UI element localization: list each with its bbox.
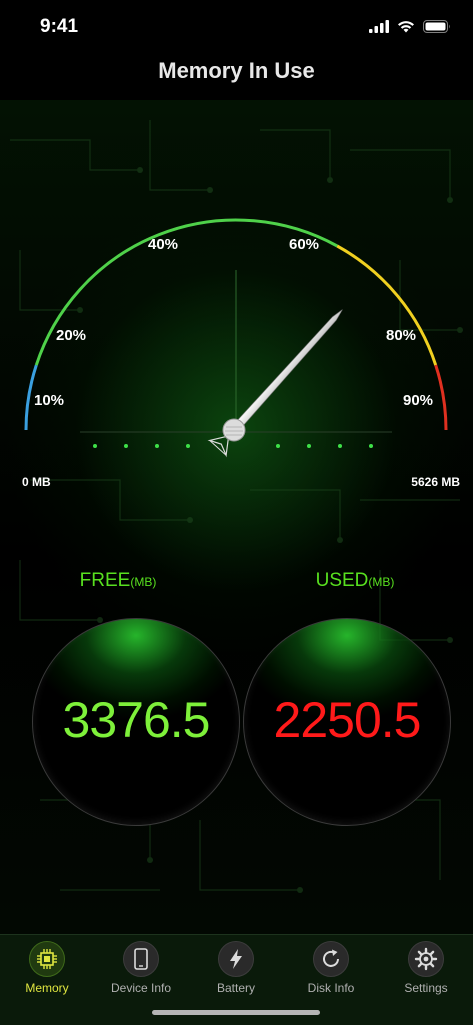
used-memory-value: 2250.5	[273, 692, 422, 748]
gauge-max-label: 5626 MB	[411, 475, 460, 489]
memory-gauge: 10% 20% 40% 60% 80% 90% 0 MB 5626 MB	[22, 218, 460, 489]
tab-battery-label: Battery	[216, 981, 255, 995]
tab-settings[interactable]: Settings	[379, 941, 473, 995]
tab-memory[interactable]: Memory	[0, 941, 94, 995]
refresh-disk-icon	[313, 941, 349, 977]
status-bar: 9:41	[0, 0, 473, 56]
gauge-label-80: 80%	[386, 327, 416, 344]
gauge-label-10: 10%	[34, 392, 64, 409]
tab-memory-label: Memory	[25, 981, 69, 995]
battery-icon	[423, 20, 450, 33]
tab-disk-info-label: Disk Info	[307, 981, 355, 995]
chip-icon	[29, 941, 65, 977]
gauge-dots	[93, 444, 373, 448]
used-label-text: USED	[315, 570, 369, 591]
tab-disk-info[interactable]: Disk Info	[284, 941, 378, 995]
gauge-label-60: 60%	[289, 236, 319, 253]
wifi-icon	[398, 21, 414, 33]
status-icons	[369, 20, 451, 33]
gear-icon	[408, 941, 444, 977]
phone-icon	[123, 941, 159, 977]
tab-battery[interactable]: Battery	[189, 941, 283, 995]
free-label: FREE(MB)	[0, 570, 236, 592]
tab-device-info[interactable]: Device Info	[94, 941, 188, 995]
gauge-label-40: 40%	[148, 236, 178, 253]
free-unit: (MB)	[130, 575, 157, 589]
free-label-text: FREE	[79, 570, 131, 591]
signal-icon	[369, 20, 389, 33]
gauge-arc-max	[434, 364, 448, 431]
gauge-min-label: 0 MB	[22, 475, 51, 489]
status-time: 9:41	[40, 16, 79, 37]
free-memory-value: 3376.5	[62, 692, 211, 748]
gauge-label-20: 20%	[56, 327, 86, 344]
page-title: Memory In Use	[158, 58, 315, 83]
gauge-label-90: 90%	[403, 392, 433, 409]
used-memory-dial: 2250.5	[243, 618, 451, 826]
gauge-arc-high	[336, 244, 438, 366]
free-memory-dial: 3376.5	[32, 618, 240, 826]
tab-settings-label: Settings	[404, 981, 448, 995]
gauge-needle-hub	[222, 418, 246, 442]
home-indicator	[152, 1010, 320, 1015]
used-unit: (MB)	[368, 575, 395, 589]
tab-device-info-label: Device Info	[110, 981, 172, 995]
used-label: USED(MB)	[237, 570, 473, 592]
bolt-icon	[218, 941, 254, 977]
